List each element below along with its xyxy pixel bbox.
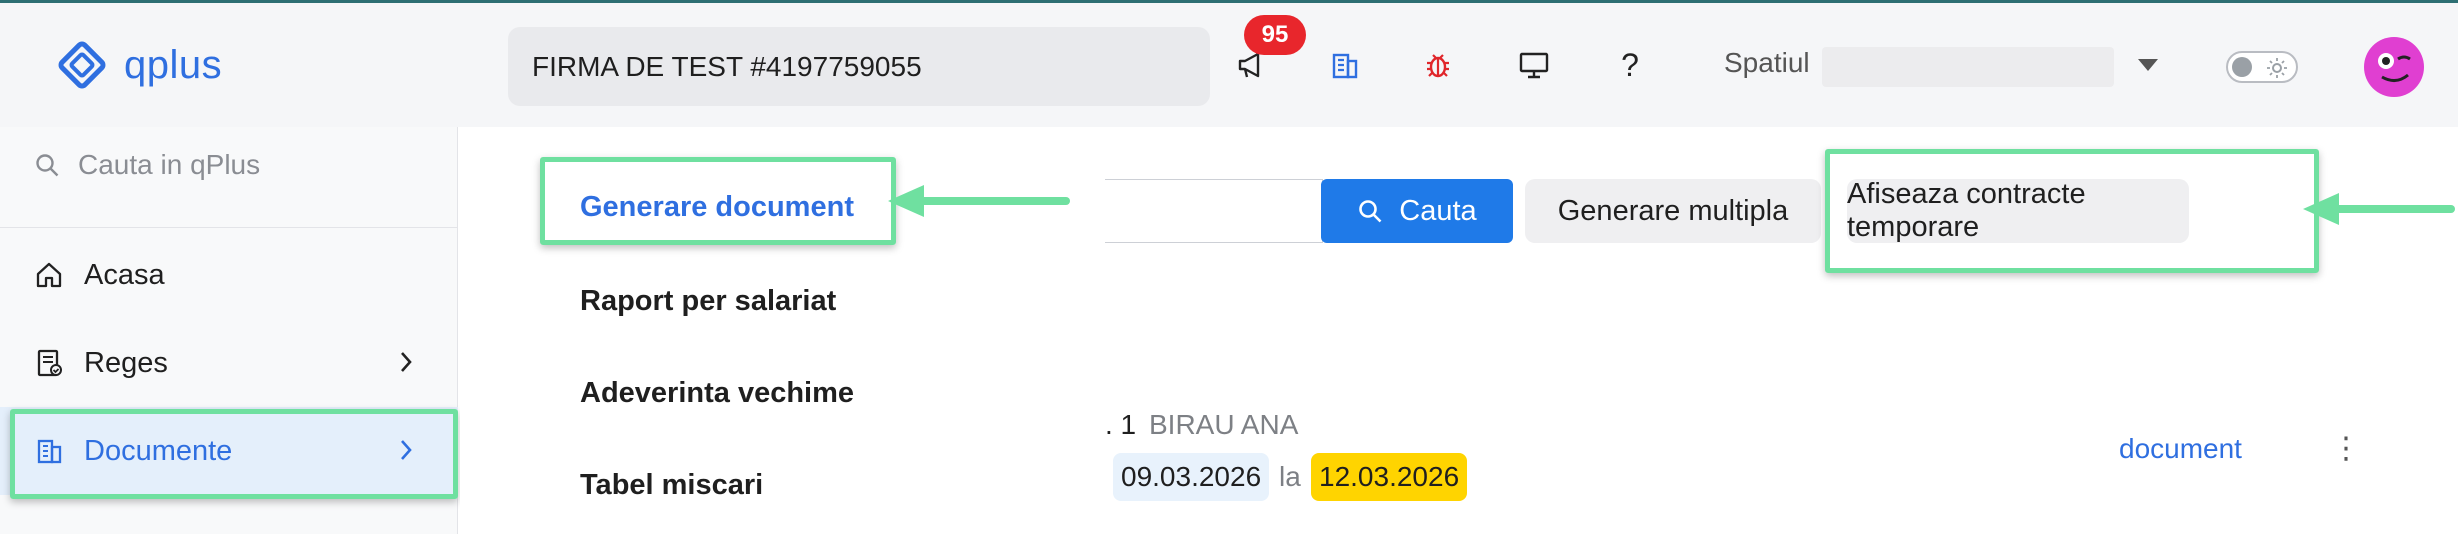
chevron-right-icon [401, 352, 412, 372]
main-content: Cauta Generare multipla Afiseaza contrac… [1105, 127, 2458, 534]
sidebar-divider [0, 227, 458, 228]
documente-submenu: Generare document Raport per salariat Ad… [460, 127, 1105, 534]
search-button[interactable]: Cauta [1321, 179, 1513, 243]
row-prefix: . 1 [1105, 409, 1137, 440]
date-to: 12.03.2026 [1311, 453, 1468, 501]
home-icon [36, 262, 62, 288]
building-icon [1332, 53, 1358, 79]
help-button[interactable]: ? [1612, 47, 1648, 83]
sidebar-search[interactable]: Cauta in qPlus [34, 149, 260, 181]
app-logo[interactable]: qplus [54, 37, 222, 93]
row-menu-icon[interactable]: ⋮ [2331, 431, 2361, 466]
sidebar-item-label: Acasa [84, 258, 165, 291]
bug-report-button[interactable] [1420, 47, 1456, 83]
toggle-knob [2232, 57, 2252, 77]
document-link[interactable]: document [2119, 433, 2242, 465]
highlight-documente [10, 409, 458, 499]
sidebar-item-acasa[interactable]: Acasa [0, 231, 458, 319]
highlight-generare-document [540, 157, 896, 245]
sun-icon [2267, 58, 2287, 78]
search-icon [1359, 200, 1382, 223]
sidebar-search-placeholder: Cauta in qPlus [78, 149, 261, 180]
remote-desktop-button[interactable] [1516, 47, 1552, 83]
submenu-adeverinta-vechime[interactable]: Adeverinta vechime [580, 377, 854, 410]
date-separator: la [1279, 461, 1301, 492]
document-check-icon [37, 349, 62, 377]
arrow-left-icon [2303, 193, 2455, 225]
search-input[interactable] [1105, 179, 1323, 243]
documents-header-button[interactable] [1326, 47, 1362, 83]
notifications-badge: 95 [1244, 15, 1306, 55]
search-icon [36, 154, 59, 177]
generare-multipla-button[interactable]: Generare multipla [1525, 179, 1821, 243]
app-header: qplus FIRMA DE TEST #4197759055 95 ? Spa… [0, 3, 2458, 127]
monitor-icon [1519, 52, 1549, 79]
submenu-raport-per-salariat[interactable]: Raport per salariat [580, 285, 836, 318]
sidebar-item-reges[interactable]: Reges [0, 319, 458, 407]
qplus-logo-icon [58, 41, 106, 89]
logo-text: qplus [124, 42, 223, 87]
arrow-left-icon [888, 185, 1070, 217]
highlight-afiseaza-contracte [1825, 149, 2319, 273]
date-from: 09.03.2026 [1113, 453, 1270, 501]
company-selector[interactable]: FIRMA DE TEST #4197759055 [508, 27, 1210, 106]
sidebar: Cauta in qPlus Acasa Reges Documente [0, 127, 458, 534]
theme-toggle[interactable] [2226, 51, 2298, 83]
bug-icon [1427, 54, 1449, 78]
workspace-label: Spatiul [1724, 47, 1810, 78]
workspace-dropdown-icon[interactable] [2138, 59, 2158, 71]
sidebar-item-label: Reges [84, 346, 168, 379]
user-avatar[interactable] [2364, 37, 2424, 97]
search-button-label: Cauta [1399, 194, 1477, 227]
winking-face-icon [2378, 53, 2411, 82]
employee-name: BIRAU ANA [1149, 409, 1299, 440]
submenu-tabel-miscari[interactable]: Tabel miscari [580, 469, 763, 502]
workspace-value[interactable] [1822, 47, 2114, 87]
